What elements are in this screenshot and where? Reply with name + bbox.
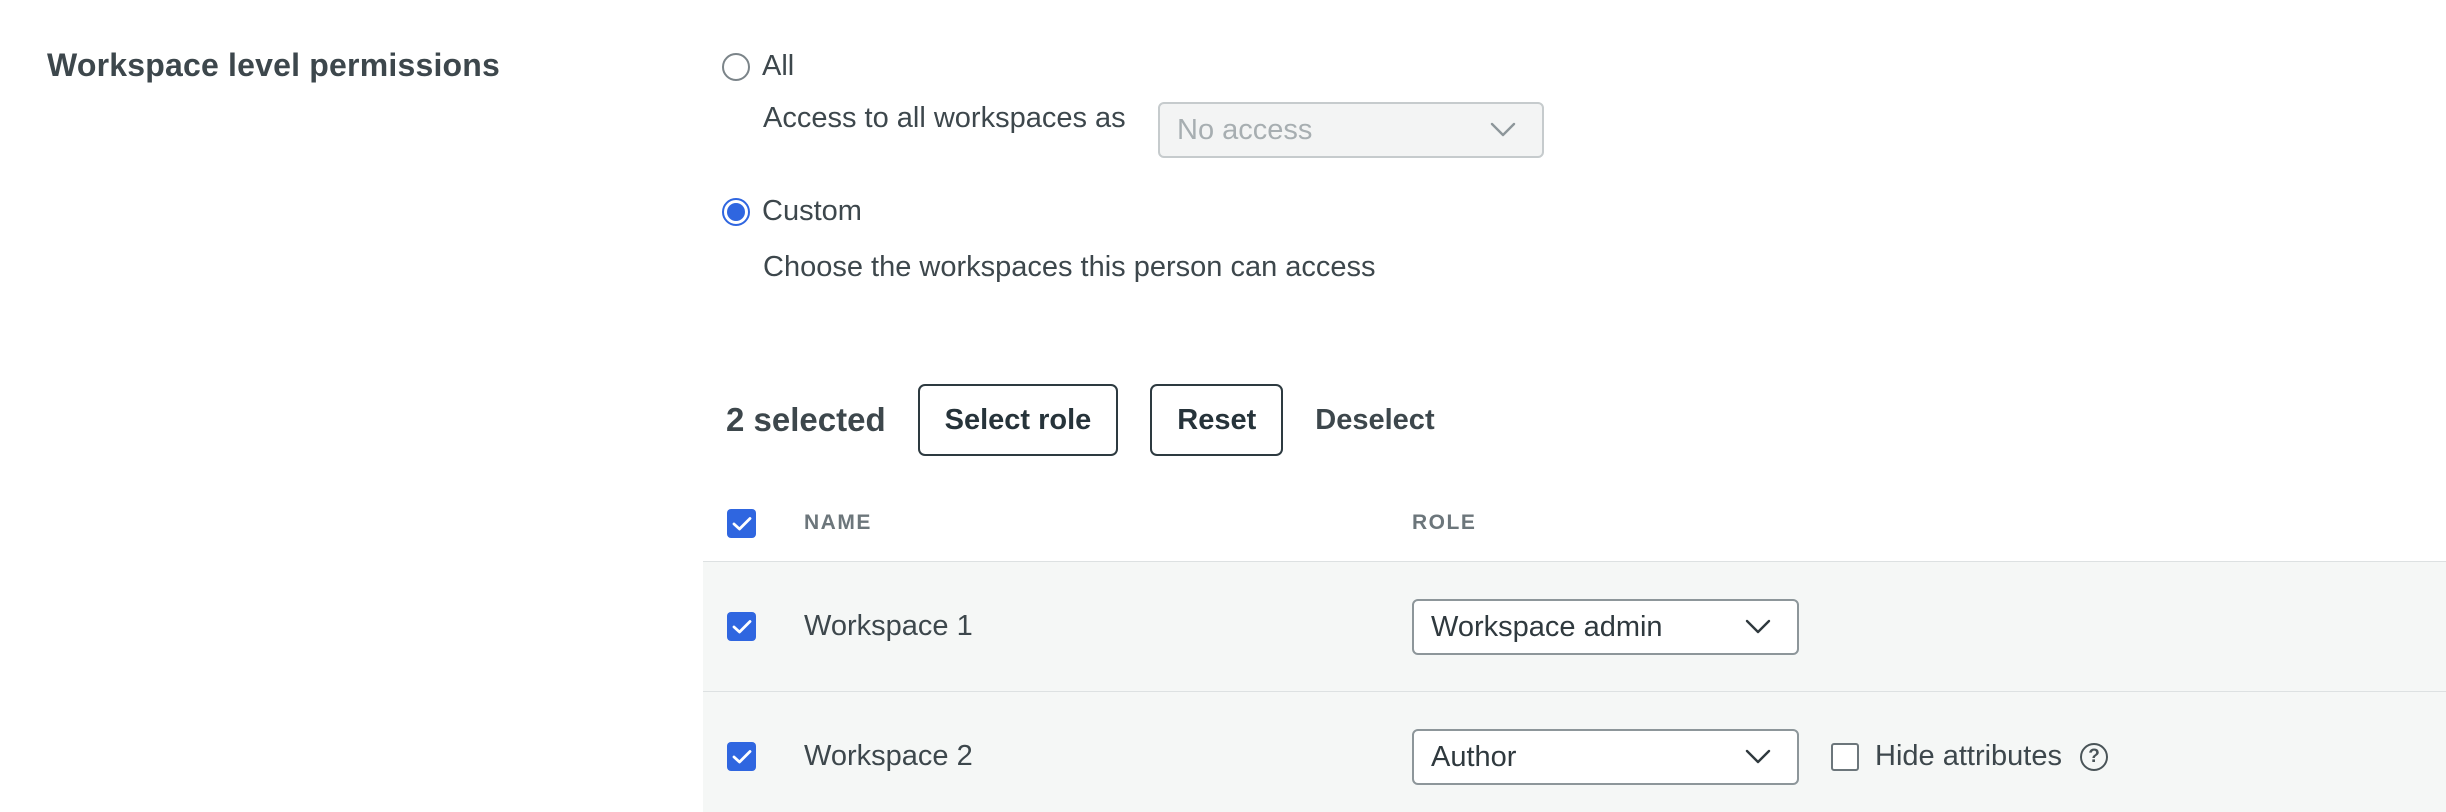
access-all-label: Access to all workspaces as	[763, 102, 1126, 134]
access-all-select[interactable]: No access	[1158, 102, 1544, 158]
chevron-down-icon	[1745, 619, 1771, 634]
radio-all-label: All	[762, 50, 795, 82]
section-title: Workspace level permissions	[47, 47, 501, 83]
custom-description: Choose the workspaces this person can ac…	[763, 251, 1376, 283]
table-header: NAME ROLE	[703, 486, 2446, 562]
selected-count: 2 selected	[726, 401, 886, 438]
question-circle-icon[interactable]: ?	[2080, 742, 2108, 771]
hide-attributes-label: Hide attributes	[1875, 740, 2062, 772]
radio-custom[interactable]	[722, 197, 750, 226]
chevron-down-icon	[1745, 749, 1771, 764]
reset-button[interactable]: Reset	[1150, 384, 1284, 456]
select-role-button[interactable]: Select role	[917, 384, 1119, 456]
row-checkbox[interactable]	[727, 742, 756, 771]
workspace-table: NAME ROLE Workspace 1 Workspace admin Wo…	[703, 486, 2446, 812]
radio-option-all[interactable]: All	[722, 50, 794, 83]
workspace-name: Workspace 1	[804, 610, 973, 642]
column-header-name[interactable]: NAME	[804, 511, 872, 535]
workspace-name: Workspace 2	[804, 740, 973, 772]
deselect-button[interactable]: Deselect	[1315, 404, 1434, 437]
column-header-role[interactable]: ROLE	[1412, 511, 1476, 535]
check-icon	[732, 619, 751, 633]
table-row: Workspace 1 Workspace admin	[703, 562, 2446, 692]
access-all-select-value: No access	[1177, 113, 1313, 146]
row-checkbox[interactable]	[727, 612, 756, 641]
check-icon	[732, 516, 751, 530]
access-all-label-row: Access to all workspaces as	[763, 102, 1126, 135]
check-icon	[732, 749, 751, 763]
hide-attributes-option[interactable]: Hide attributes ?	[1831, 740, 2108, 773]
select-all-checkbox[interactable]	[727, 509, 756, 538]
radio-option-custom[interactable]: Custom	[722, 195, 862, 228]
role-select-value: Author	[1431, 740, 1517, 773]
table-row: Workspace 2 Author Hide attributes ?	[703, 692, 2446, 812]
hide-attributes-checkbox[interactable]	[1831, 742, 1859, 771]
workspace-permissions-page: Workspace level permissions All Access t…	[0, 0, 2446, 812]
radio-custom-label: Custom	[762, 195, 862, 227]
bulk-action-bar: 2 selected Select role Reset Deselect	[726, 384, 1435, 456]
role-select[interactable]: Workspace admin	[1412, 599, 1799, 655]
radio-all[interactable]	[722, 52, 750, 81]
chevron-down-icon	[1490, 122, 1516, 137]
role-select[interactable]: Author	[1412, 729, 1799, 785]
role-select-value: Workspace admin	[1431, 610, 1663, 643]
